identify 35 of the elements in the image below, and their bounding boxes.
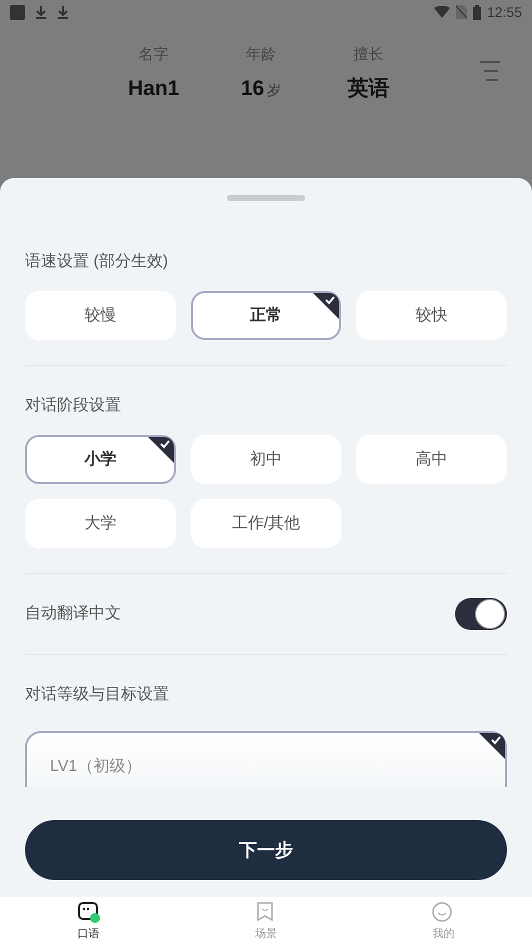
download-icon [35,5,47,20]
option-button[interactable]: 小学 [25,435,176,484]
field-value: Han1 [128,76,180,102]
drag-handle[interactable] [227,195,305,201]
wifi-icon [434,6,450,18]
check-corner-icon [479,733,505,759]
battery-icon [472,4,481,20]
section-title: 对话阶段设置 [25,396,122,416]
notification-icon [10,4,25,20]
nav-tab[interactable]: 口语 [0,897,178,947]
next-button[interactable]: 下一步 [25,820,507,880]
unit-label: 岁 [267,80,282,100]
option-button[interactable]: 正常 [190,291,342,340]
option-button[interactable]: 工作/其他 [190,499,342,548]
field-label: 擅长 [353,45,384,66]
field-label: 年龄 [246,45,276,66]
section-title: 语速设置 (部分生效) [25,252,170,272]
option-button[interactable]: 大学 [25,499,176,548]
field-value: 16 [240,76,264,102]
status-time: 12:55 [486,2,522,22]
download-icon [57,5,69,20]
no-sim-icon [456,5,467,20]
menu-icon[interactable] [480,61,500,82]
toggle-switch[interactable] [455,598,507,630]
chat-icon [76,901,101,926]
check-corner-icon [148,437,174,463]
field-label: 名字 [138,45,169,66]
option-button[interactable]: 高中 [356,435,507,484]
option-button[interactable]: 初中 [190,435,342,484]
field-value: 英语 [347,76,390,102]
option-button[interactable]: 较快 [356,291,507,340]
section-title: 对话等级与目标设置 [25,684,170,705]
check-corner-icon [313,293,340,319]
setting-label: 自动翻译中文 [25,604,121,624]
option-button[interactable]: 较慢 [25,291,176,340]
